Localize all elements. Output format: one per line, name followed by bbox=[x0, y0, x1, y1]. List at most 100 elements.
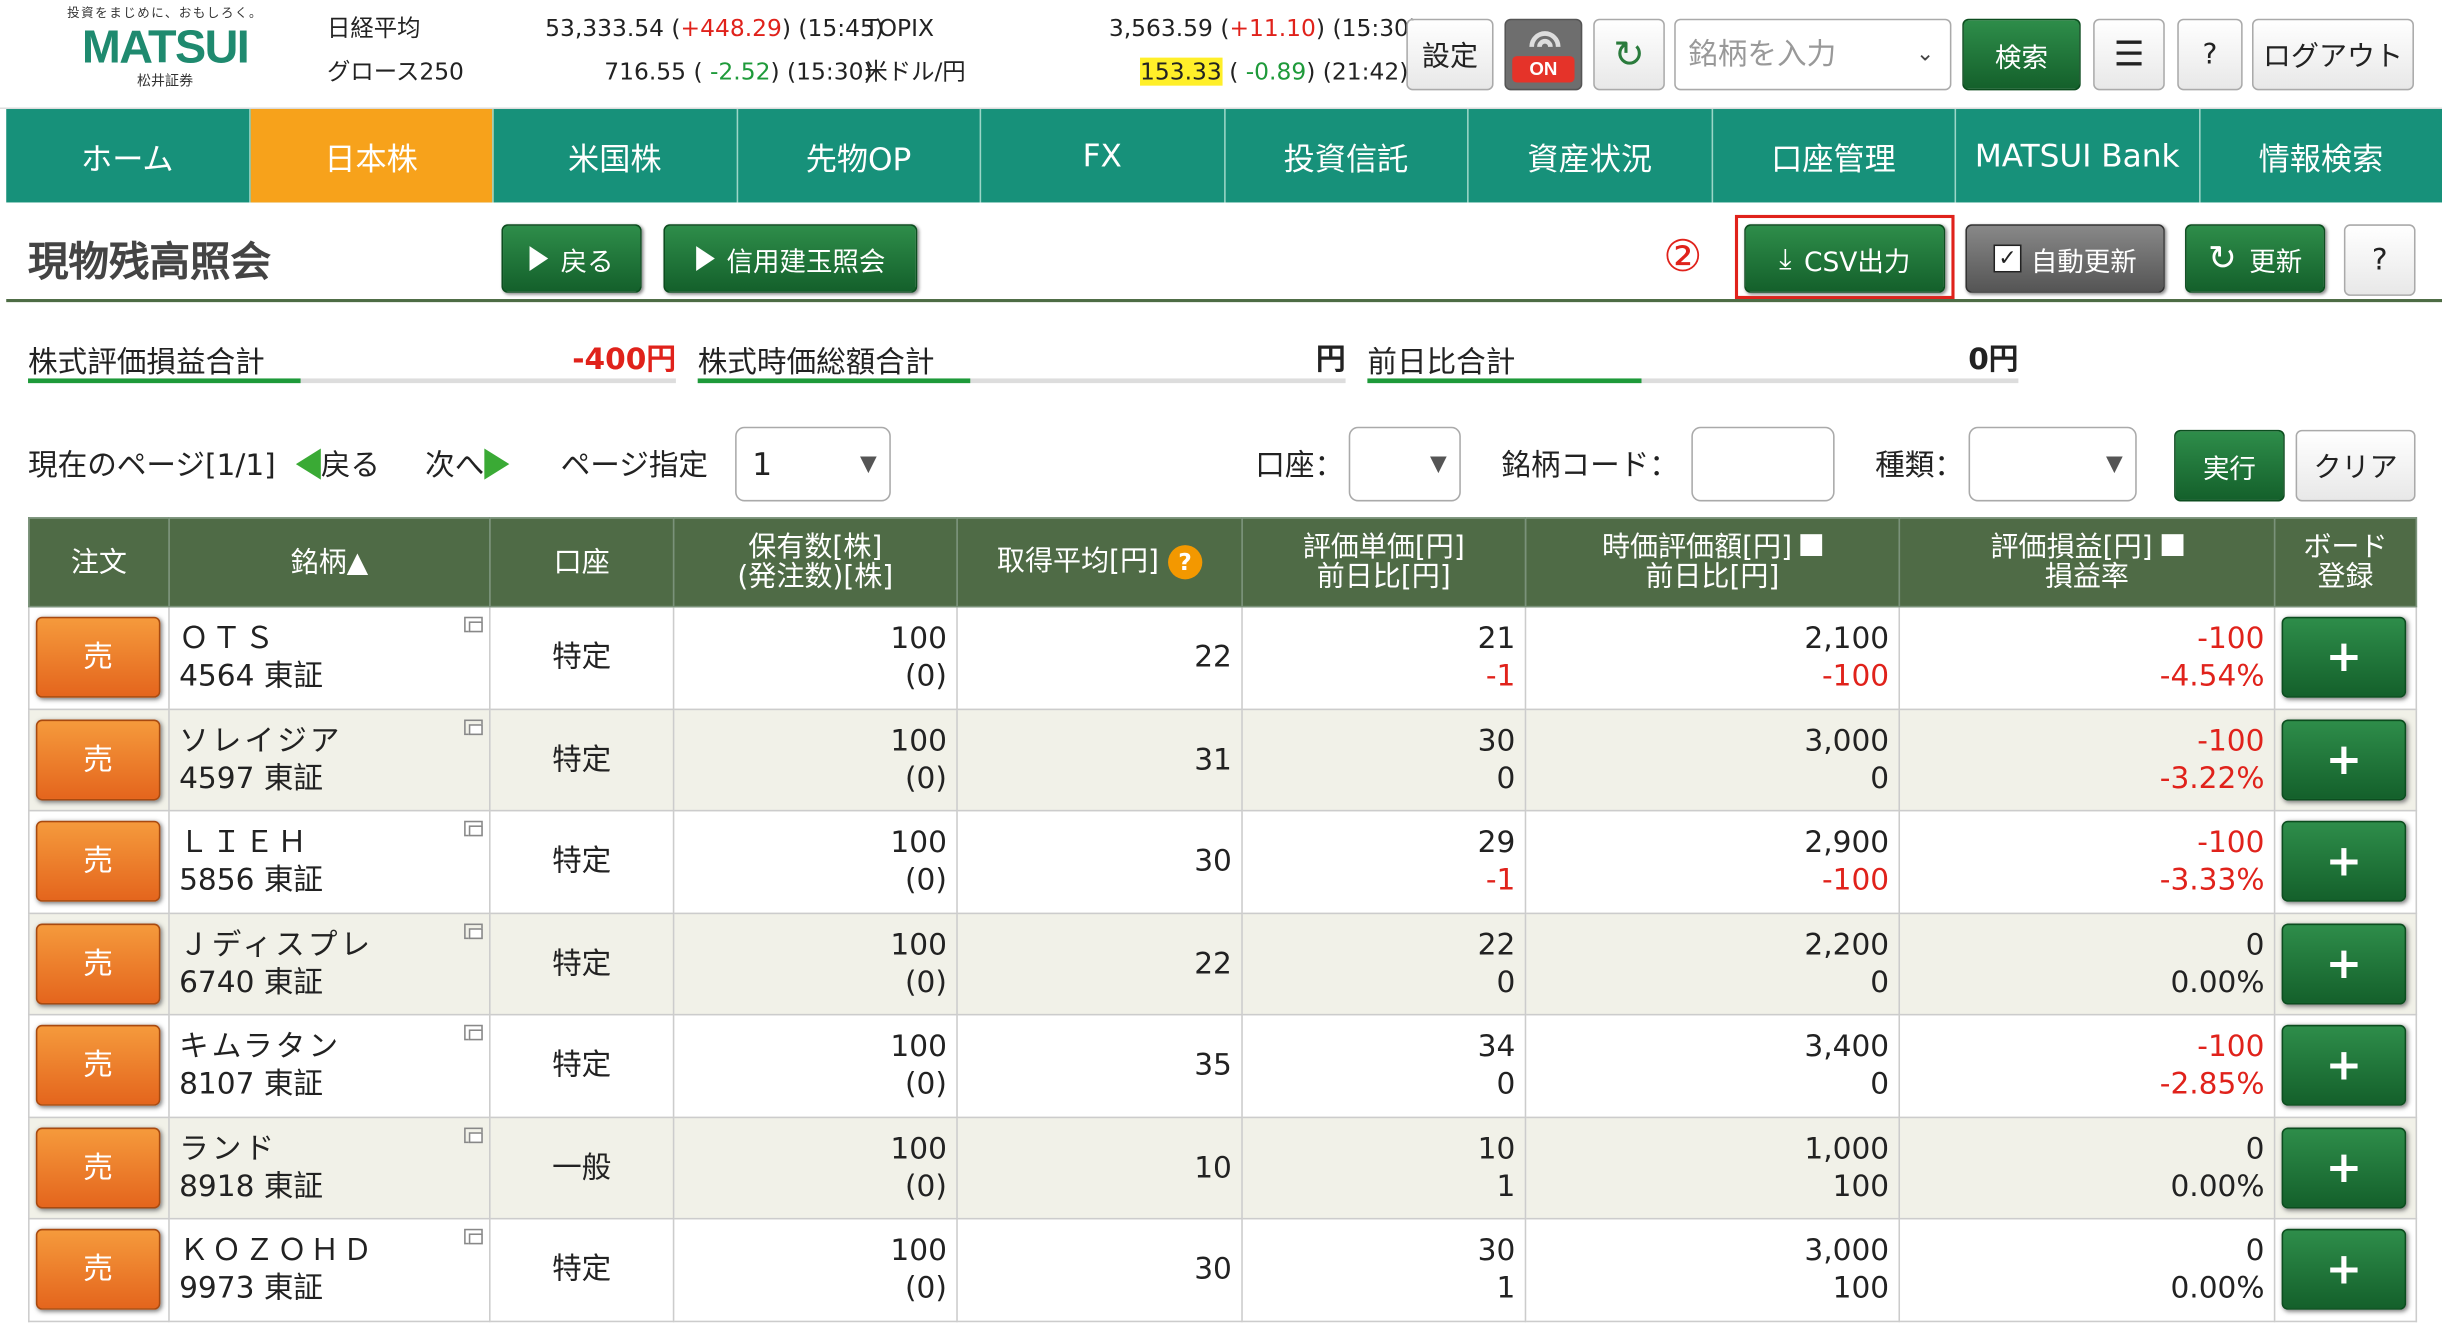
popup-window-icon[interactable] bbox=[464, 719, 483, 735]
stock-name-link[interactable]: ＫＯＺＯＨＤ bbox=[179, 1232, 480, 1269]
stock-name-link[interactable]: ランド bbox=[179, 1130, 480, 1167]
quantity-value: 100 bbox=[890, 1029, 947, 1065]
order-cell: 売 bbox=[28, 1217, 170, 1322]
stock-name-link[interactable]: キムラタン bbox=[179, 1028, 480, 1065]
nav-item-japan-stocks[interactable]: 日本株 bbox=[249, 109, 494, 203]
account-filter-select[interactable]: ▼ bbox=[1348, 426, 1461, 502]
type-filter-select[interactable]: ▼ bbox=[1968, 426, 2137, 502]
settings-button[interactable]: 設定 bbox=[1406, 18, 1494, 91]
popup-window-icon[interactable] bbox=[464, 1127, 483, 1143]
nav-item-us-stocks[interactable]: 米国株 bbox=[494, 109, 738, 203]
nav-item-account[interactable]: 口座管理 bbox=[1712, 109, 1957, 203]
sell-button[interactable]: 売 bbox=[35, 719, 161, 801]
sell-button[interactable]: 売 bbox=[35, 1025, 161, 1107]
usdjpy-quote: 153.33 ( -0.89) (21:42) bbox=[1140, 56, 1408, 87]
matsui-logo[interactable]: 投資をまじめに、おもしろく。 MATSUI 松井証券 bbox=[62, 5, 268, 102]
unit-price: 30 bbox=[1477, 723, 1516, 759]
realtime-toggle[interactable]: ON bbox=[1504, 18, 1583, 91]
market-value-cell: 3,400 0 bbox=[1524, 1013, 1901, 1118]
stock-search-select[interactable]: 銘柄を入力 ⌄ bbox=[1674, 18, 1952, 91]
board-add-button[interactable]: + bbox=[2281, 923, 2407, 1005]
nav-item-matsui-bank[interactable]: MATSUI Bank bbox=[1956, 109, 2200, 203]
popup-window-icon[interactable] bbox=[464, 923, 483, 939]
auto-update-toggle[interactable]: ✓ 自動更新 bbox=[1965, 224, 2165, 293]
refresh-button[interactable]: ↻ 更新 bbox=[2185, 224, 2326, 293]
nav-item-futures-options[interactable]: 先物OP bbox=[737, 109, 982, 203]
clear-button[interactable]: クリア bbox=[2295, 429, 2416, 502]
page-select-label: ページ指定 bbox=[560, 448, 709, 483]
quantity-cell: 100 (0) bbox=[672, 809, 958, 914]
account-cell: 特定 bbox=[489, 1217, 675, 1322]
execute-button[interactable]: 実行 bbox=[2174, 429, 2285, 502]
sort-checkbox-icon[interactable] bbox=[2161, 534, 2184, 556]
list-icon: ☰ bbox=[2113, 35, 2145, 74]
pending-quantity: (0) bbox=[904, 965, 947, 1000]
help-button[interactable]: ? bbox=[2177, 18, 2243, 91]
col-unrealized-pl: 評価損益[円] 損益率 bbox=[1898, 517, 2276, 608]
market-value: 3,000 bbox=[1804, 723, 1890, 759]
topix-label: TOPIX bbox=[864, 14, 935, 43]
reload-button[interactable]: ↻ bbox=[1593, 18, 1665, 91]
pending-quantity: (0) bbox=[904, 659, 947, 694]
col-name[interactable]: 銘柄▲ bbox=[168, 517, 491, 608]
stock-name-link[interactable]: Ｊディスプレ bbox=[179, 926, 480, 963]
caret-down-icon: ▼ bbox=[860, 451, 877, 477]
pager-prev-link[interactable]: 戻る bbox=[295, 442, 380, 484]
nav-item-home[interactable]: ホーム bbox=[6, 109, 250, 203]
stock-cell: ソレイジア 4597 東証 bbox=[168, 707, 491, 812]
avg-cost-cell: 10 bbox=[956, 1115, 1243, 1220]
popup-window-icon[interactable] bbox=[464, 1025, 483, 1041]
sell-button[interactable]: 売 bbox=[35, 617, 161, 699]
back-button-label: 戻る bbox=[560, 246, 614, 278]
page-select[interactable]: 1 ▼ bbox=[735, 426, 891, 502]
pending-quantity: (0) bbox=[904, 1271, 947, 1306]
summary-value: -400円 bbox=[572, 342, 676, 377]
popup-window-icon[interactable] bbox=[464, 1229, 483, 1245]
summary-label: 前日比合計 bbox=[1367, 345, 1516, 381]
menu-button[interactable]: ☰ bbox=[2093, 18, 2165, 91]
realtime-status: ON bbox=[1512, 56, 1575, 83]
topix-open-paren: ( bbox=[1212, 14, 1230, 43]
board-add-button[interactable]: + bbox=[2281, 617, 2407, 699]
nav-item-assets[interactable]: 資産状況 bbox=[1469, 109, 1713, 203]
pending-quantity: (0) bbox=[904, 863, 947, 898]
pager-next-link[interactable]: 次へ bbox=[425, 442, 510, 484]
sell-button[interactable]: 売 bbox=[35, 1229, 161, 1311]
usdjpy-open-paren: ( bbox=[1221, 57, 1246, 86]
sell-button[interactable]: 売 bbox=[35, 923, 161, 1005]
stock-name-link[interactable]: ＯＴＳ bbox=[179, 620, 480, 657]
popup-window-icon[interactable] bbox=[464, 821, 483, 837]
page-help-button[interactable]: ? bbox=[2343, 224, 2416, 296]
popup-window-icon[interactable] bbox=[464, 617, 483, 633]
logout-button[interactable]: ログアウト bbox=[2252, 18, 2414, 91]
margin-positions-button[interactable]: 信用建玉照会 bbox=[663, 224, 918, 293]
back-button[interactable]: 戻る bbox=[501, 224, 642, 293]
summary-day-change: 前日比合計 0円 bbox=[1367, 336, 2019, 384]
nav-item-fx[interactable]: FX bbox=[981, 109, 1225, 203]
market-value-cell: 1,000 100 bbox=[1524, 1115, 1901, 1220]
sell-button[interactable]: 売 bbox=[35, 1127, 161, 1209]
stock-name-link[interactable]: ソレイジア bbox=[179, 722, 480, 759]
summary-market-value: 株式時価総額合計 円 bbox=[697, 336, 1346, 384]
nav-item-info-search[interactable]: 情報検索 bbox=[2200, 109, 2442, 202]
logo-subtitle: 松井証券 bbox=[137, 74, 194, 91]
board-add-button[interactable]: + bbox=[2281, 1127, 2407, 1209]
board-add-button[interactable]: + bbox=[2281, 1025, 2407, 1107]
csv-export-button[interactable]: ⤓ CSV出力 bbox=[1744, 224, 1946, 293]
col-avg-cost: 取得平均[円] ? bbox=[956, 517, 1243, 608]
board-add-button[interactable]: + bbox=[2281, 1229, 2407, 1311]
order-cell: 売 bbox=[28, 707, 170, 812]
board-add-button[interactable]: + bbox=[2281, 719, 2407, 801]
stock-name-link[interactable]: ＬＩＥＨ bbox=[179, 824, 480, 861]
board-add-button[interactable]: + bbox=[2281, 821, 2407, 903]
code-filter-input[interactable] bbox=[1691, 426, 1835, 502]
sort-checkbox-icon[interactable] bbox=[1800, 534, 1823, 556]
col-quantity-line2: (発注数)[株] bbox=[737, 560, 894, 594]
order-cell: 売 bbox=[28, 1115, 170, 1220]
account-filter-label: 口座： bbox=[1255, 448, 1345, 483]
sell-button[interactable]: 売 bbox=[35, 821, 161, 903]
help-icon[interactable]: ? bbox=[1167, 545, 1203, 580]
order-cell: 売 bbox=[28, 809, 170, 914]
search-button[interactable]: 検索 bbox=[1962, 18, 2081, 91]
nav-item-funds[interactable]: 投資信託 bbox=[1225, 109, 1469, 203]
